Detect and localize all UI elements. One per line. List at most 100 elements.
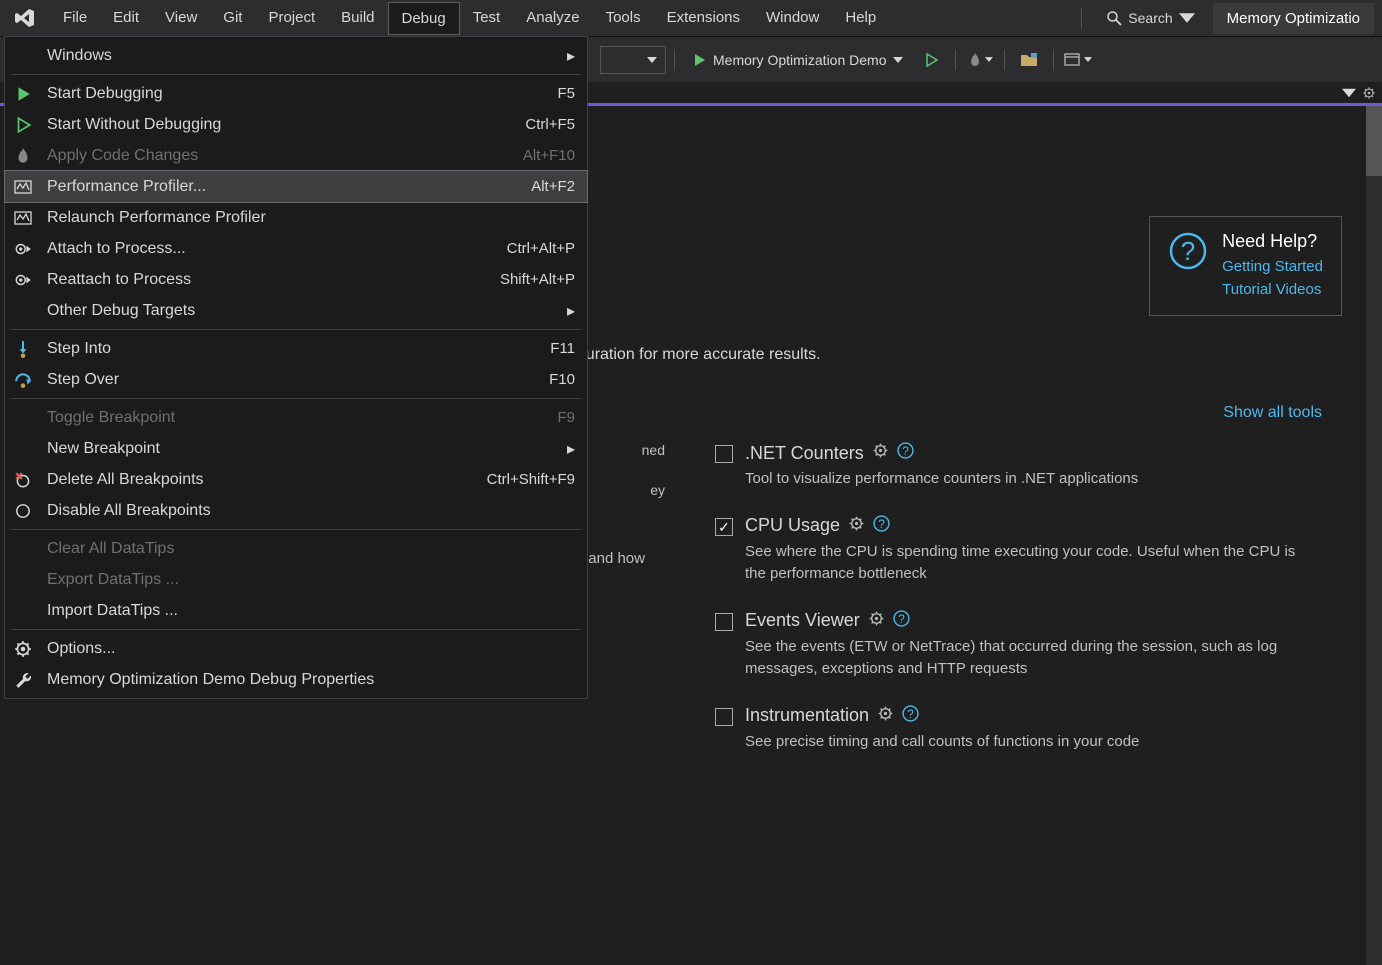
menu-project[interactable]: Project — [255, 2, 328, 35]
help-icon[interactable] — [873, 515, 890, 537]
debug-menu-item[interactable]: Import DataTips ... — [5, 595, 587, 626]
gear-icon[interactable] — [872, 442, 889, 464]
menu-label: Toggle Breakpoint — [47, 409, 545, 427]
debug-menu-item[interactable]: Options... — [5, 633, 587, 664]
menu-label: Apply Code Changes — [47, 147, 511, 165]
profiler-tool: InstrumentationSee precise timing and ca… — [715, 705, 1302, 754]
debug-menu-item[interactable]: Attach to Process...Ctrl+Alt+P — [5, 233, 587, 264]
debug-menu-item[interactable]: New Breakpoint▸ — [5, 433, 587, 464]
debug-menu-item[interactable]: Disable All Breakpoints — [5, 495, 587, 526]
gear-arrow-icon — [11, 237, 35, 261]
menu-label: Reattach to Process — [47, 271, 488, 289]
config-dropdown[interactable] — [600, 46, 666, 74]
menu-tools[interactable]: Tools — [593, 2, 654, 35]
debug-menu-item[interactable]: Start Without Debugging Ctrl+F5 — [5, 109, 587, 140]
menubar-search[interactable]: Search — [1098, 6, 1202, 30]
play-outline-icon — [11, 113, 35, 137]
debug-menu-item: Clear All DataTips — [5, 533, 587, 564]
tool-checkbox[interactable] — [715, 445, 733, 463]
menu-shortcut: Ctrl+Shift+F9 — [487, 471, 575, 488]
menu-shortcut: F11 — [550, 340, 575, 357]
gear-icon[interactable] — [868, 610, 885, 632]
hot-reload-button[interactable] — [964, 46, 996, 74]
submenu-arrow-icon: ▸ — [563, 301, 575, 321]
menu-help[interactable]: Help — [832, 2, 889, 35]
debug-menu-item[interactable]: Step OverF10 — [5, 364, 587, 395]
tool-checkbox[interactable] — [715, 708, 733, 726]
help-icon — [1168, 231, 1208, 271]
menu-shortcut: Shift+Alt+P — [500, 271, 575, 288]
gear-icon[interactable] — [1362, 86, 1376, 100]
step-over-icon — [11, 368, 35, 392]
profiler-icon — [11, 175, 35, 199]
scrollbar[interactable] — [1366, 106, 1382, 965]
menu-shortcut: F9 — [557, 409, 575, 426]
debug-menu-item[interactable]: Other Debug Targets▸ — [5, 295, 587, 326]
menu-label: Windows — [47, 47, 551, 65]
menu-shortcut: Alt+F2 — [531, 178, 575, 195]
menu-label: Step Into — [47, 340, 538, 358]
debug-menu-item[interactable]: Step Into F11 — [5, 333, 587, 364]
menu-edit[interactable]: Edit — [100, 2, 152, 35]
scrollbar-thumb[interactable] — [1366, 106, 1382, 176]
tool-title: .NET Counters — [745, 443, 864, 464]
browser-link-button[interactable] — [1062, 46, 1094, 74]
menu-extensions[interactable]: Extensions — [654, 2, 753, 35]
menu-label: Start Without Debugging — [47, 116, 513, 134]
tool-description: See precise timing and call counts of fu… — [745, 731, 1302, 754]
gear-icon[interactable] — [877, 705, 894, 727]
fire-icon — [11, 144, 35, 168]
menu-label: Disable All Breakpoints — [47, 502, 575, 520]
debug-menu: Windows▸Start DebuggingF5Start Without D… — [4, 36, 588, 699]
menu-file[interactable]: File — [50, 2, 100, 35]
menu-label: Options... — [47, 640, 575, 658]
debug-menu-item[interactable]: Start DebuggingF5 — [5, 78, 587, 109]
gear-arrow-icon — [11, 268, 35, 292]
menu-debug[interactable]: Debug — [388, 2, 460, 35]
menu-label: Export DataTips ... — [47, 571, 575, 589]
debug-menu-item[interactable]: Performance Profiler... Alt+F2 — [5, 171, 587, 202]
menu-view[interactable]: View — [152, 2, 210, 35]
search-icon — [1106, 10, 1122, 26]
debug-menu-item[interactable]: Memory Optimization Demo Debug Propertie… — [5, 664, 587, 695]
menu-label: Delete All Breakpoints — [47, 471, 475, 489]
webview-icon — [1064, 52, 1082, 68]
solution-name[interactable]: Memory Optimizatio — [1213, 3, 1374, 34]
debug-menu-item[interactable]: Relaunch Performance Profiler — [5, 202, 587, 233]
menu-build[interactable]: Build — [328, 2, 387, 35]
help-link-tutorial-videos[interactable]: Tutorial Videos — [1222, 279, 1323, 302]
help-icon[interactable] — [897, 442, 914, 464]
bp-delete-icon — [11, 468, 35, 492]
menu-label: Clear All DataTips — [47, 540, 575, 558]
menu-label: Memory Optimization Demo Debug Propertie… — [47, 671, 575, 689]
help-icon[interactable] — [893, 610, 910, 632]
tool-checkbox[interactable] — [715, 613, 733, 631]
menu-git[interactable]: Git — [210, 2, 255, 35]
vs-logo — [8, 2, 40, 34]
blank-icon — [11, 568, 35, 592]
menu-label: Step Over — [47, 371, 537, 389]
caret-down-icon[interactable] — [1342, 86, 1356, 100]
menu-shortcut: Ctrl+F5 — [525, 116, 575, 133]
blank-icon — [11, 406, 35, 430]
debug-menu-item[interactable]: Delete All Breakpoints Ctrl+Shift+F9 — [5, 464, 587, 495]
menu-shortcut: Ctrl+Alt+P — [507, 240, 575, 257]
debug-menu-item[interactable]: Reattach to Process Shift+Alt+P — [5, 264, 587, 295]
help-title: Need Help? — [1222, 231, 1323, 252]
gear-icon — [11, 637, 35, 661]
start-button[interactable]: Memory Optimization Demo — [683, 46, 911, 74]
tool-checkbox[interactable] — [715, 518, 733, 536]
menubar: FileEditViewGitProjectBuildDebugTestAnal… — [0, 0, 1382, 36]
debug-menu-item[interactable]: Windows▸ — [5, 40, 587, 71]
help-link-getting-started[interactable]: Getting Started — [1222, 256, 1323, 279]
blank-icon — [11, 599, 35, 623]
help-icon[interactable] — [902, 705, 919, 727]
menu-label: Performance Profiler... — [47, 178, 519, 196]
open-file-button[interactable] — [1013, 46, 1045, 74]
menu-test[interactable]: Test — [460, 2, 514, 35]
menu-window[interactable]: Window — [753, 2, 832, 35]
start-without-debug-button[interactable] — [915, 46, 947, 74]
menu-analyze[interactable]: Analyze — [513, 2, 592, 35]
gear-icon[interactable] — [848, 515, 865, 537]
play-icon — [691, 52, 707, 68]
